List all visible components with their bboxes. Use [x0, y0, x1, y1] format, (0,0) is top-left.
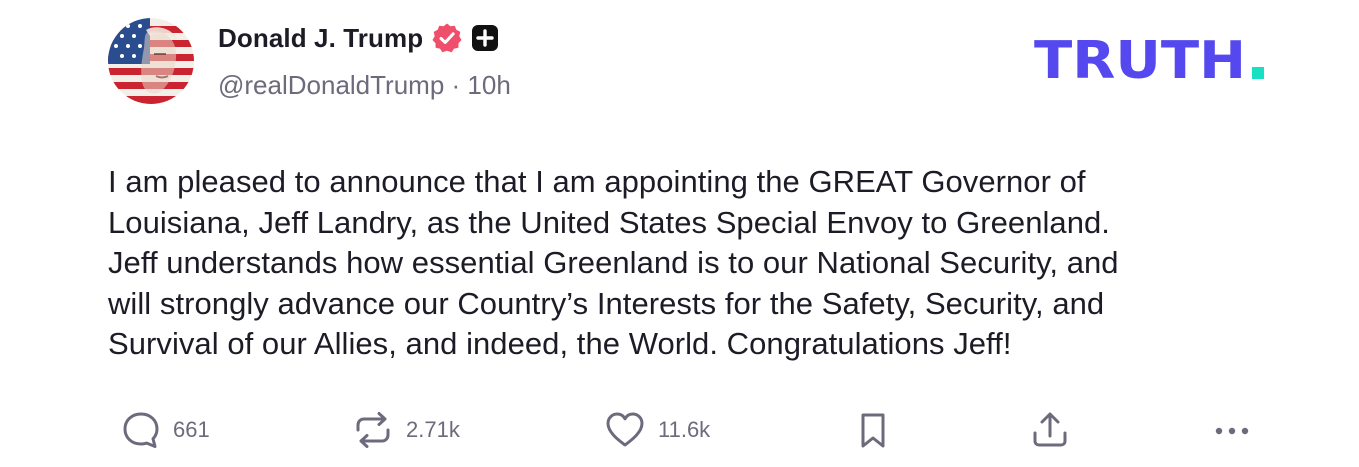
avatar-image — [108, 18, 194, 104]
retruth-button[interactable]: 2.71k — [352, 408, 460, 452]
meta-separator: · — [444, 70, 468, 100]
heart-icon — [604, 410, 646, 450]
bookmark-icon — [855, 410, 891, 450]
repost-icon — [352, 410, 394, 450]
plus-square-icon — [470, 23, 500, 53]
comment-icon — [121, 410, 161, 450]
like-button[interactable]: 11.6k — [604, 408, 710, 452]
more-options-button[interactable] — [1210, 408, 1254, 452]
post-body-text: I am pleased to announce that I am appoi… — [108, 164, 1119, 361]
author-display-name[interactable]: Donald J. Trump — [218, 23, 423, 54]
verified-badge-icon — [431, 22, 463, 54]
author-name-row: Donald J. Trump — [218, 20, 500, 56]
share-icon — [1030, 410, 1070, 450]
reply-count: 661 — [173, 417, 210, 442]
truth-social-logo: TRUTH — [1034, 31, 1264, 90]
brand-wordmark: TRUTH — [1034, 31, 1246, 90]
like-count: 11.6k — [658, 417, 711, 442]
retruth-count: 2.71k — [406, 417, 460, 442]
author-handle-row: @realDonaldTrump · 10h — [218, 70, 511, 101]
more-icon — [1210, 410, 1254, 450]
author-avatar[interactable] — [108, 18, 194, 104]
bookmark-button[interactable] — [855, 408, 891, 452]
share-button[interactable] — [1030, 408, 1070, 452]
author-handle[interactable]: @realDonaldTrump — [218, 70, 444, 100]
post-timestamp[interactable]: 10h — [467, 70, 510, 100]
brand-dot — [1252, 67, 1264, 79]
reply-button[interactable]: 661 — [121, 408, 210, 452]
